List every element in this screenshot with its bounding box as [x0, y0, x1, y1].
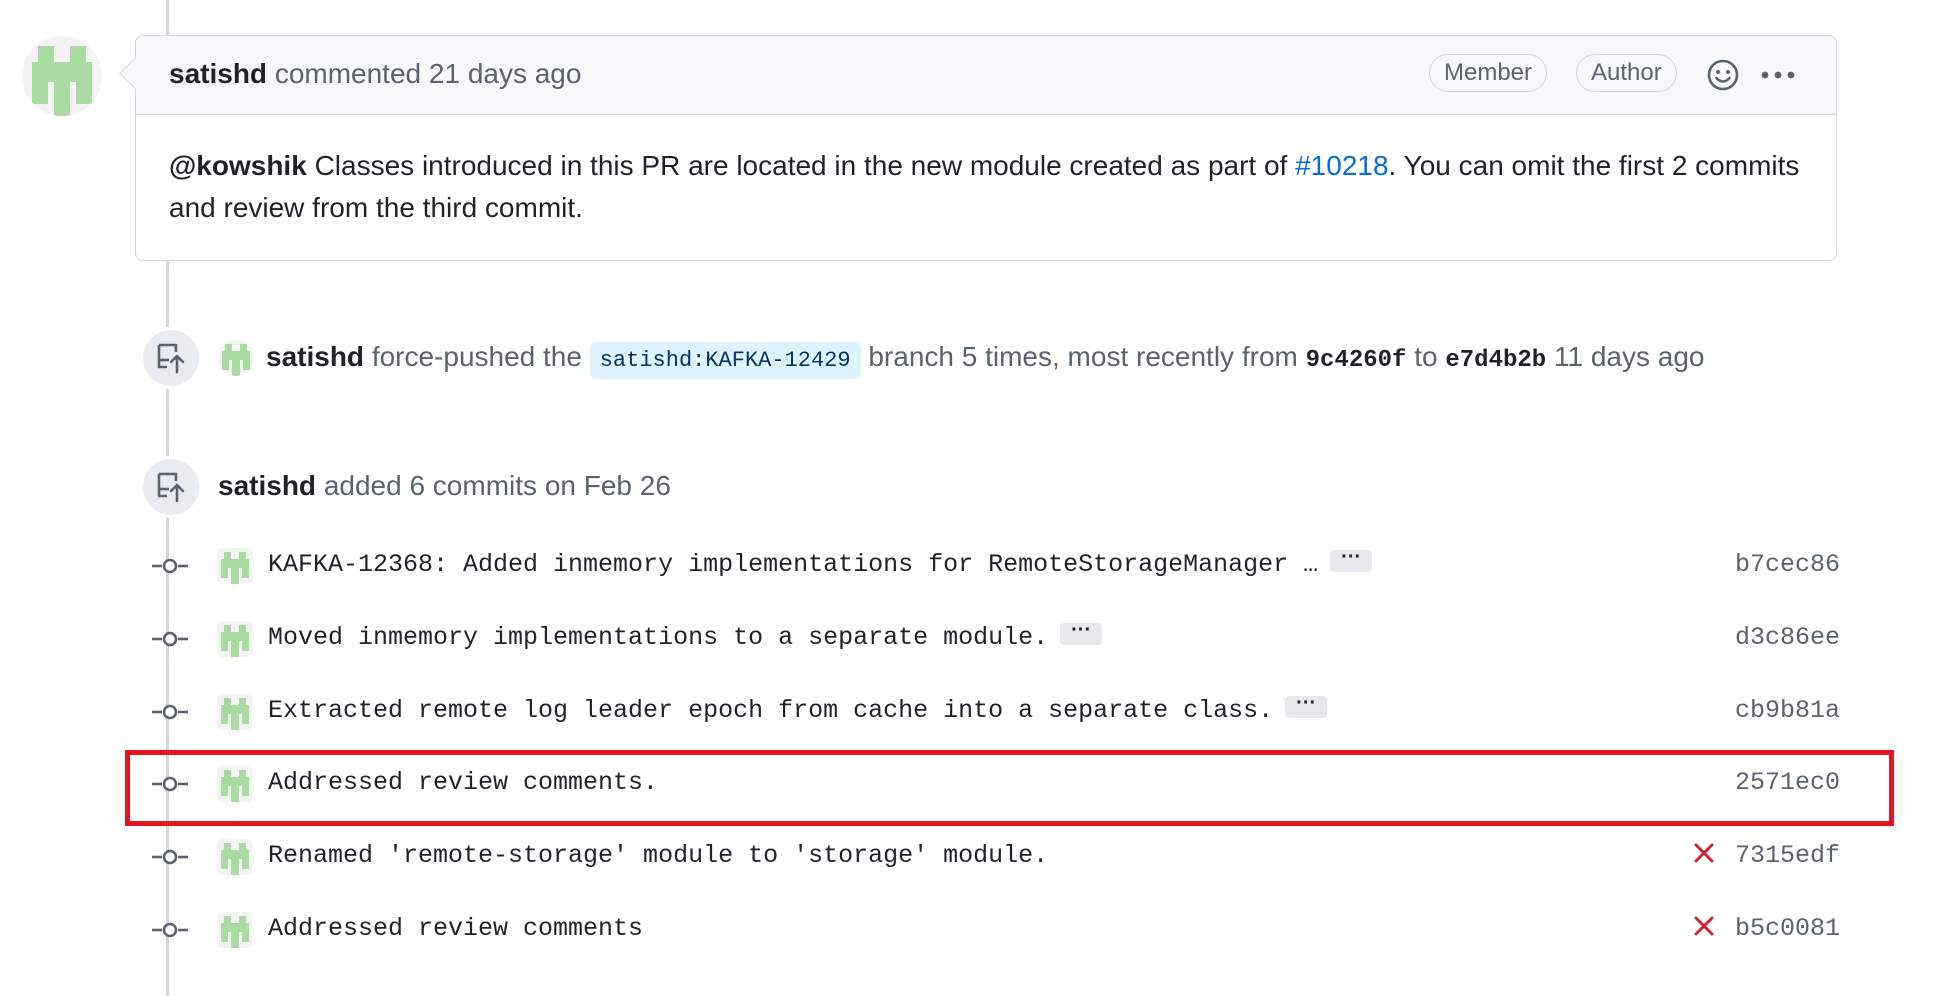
- commit-author-avatar[interactable]: [217, 766, 253, 802]
- comment-action: commented: [274, 58, 422, 89]
- commit-row[interactable]: Renamed 'remote-storage' module to 'stor…: [150, 829, 1840, 885]
- commit-row[interactable]: Addressed review comments. 2571ec0: [150, 756, 1840, 812]
- smiley-icon[interactable]: [1706, 58, 1740, 92]
- git-commit-icon: [152, 922, 188, 938]
- member-badge: Member: [1429, 54, 1548, 92]
- commit-author-avatar[interactable]: [217, 694, 253, 730]
- issue-link[interactable]: #10218: [1295, 150, 1388, 181]
- author-avatar[interactable]: [22, 36, 102, 116]
- expand-commit-button[interactable]: ···: [1060, 620, 1103, 646]
- commit-author-avatar[interactable]: [217, 839, 253, 875]
- push-author[interactable]: satishd: [266, 341, 364, 372]
- commit-message-text[interactable]: Moved inmemory implementations to a sepa…: [268, 623, 1048, 652]
- commit-message-text[interactable]: KAFKA-12368: Added inmemory implementati…: [268, 550, 1318, 579]
- commit-author-avatar[interactable]: [217, 621, 253, 657]
- x-icon[interactable]: [1690, 839, 1718, 867]
- push-detail: branch 5 times, most recently from: [868, 341, 1298, 372]
- expand-commit-button[interactable]: ···: [1285, 693, 1328, 719]
- commit-sha-link[interactable]: d3c86ee: [1735, 623, 1840, 652]
- commit-sha-link[interactable]: b7cec86: [1735, 550, 1840, 579]
- git-commit-icon: [152, 776, 188, 792]
- comment-author[interactable]: satishd: [169, 58, 267, 89]
- git-commit-icon: [152, 704, 188, 720]
- push-action: force-pushed the: [371, 341, 582, 372]
- commit-author-avatar[interactable]: [217, 912, 253, 948]
- commit-author-avatar[interactable]: [217, 548, 253, 584]
- comment-text-1: Classes introduced in this PR are locate…: [306, 150, 1296, 181]
- commit-message-text[interactable]: Extracted remote log leader epoch from c…: [268, 696, 1273, 725]
- commit-message-text[interactable]: Addressed review comments: [268, 914, 643, 943]
- commit-sha-link[interactable]: 7315edf: [1735, 841, 1840, 870]
- commit-row[interactable]: Extracted remote log leader epoch from c…: [150, 684, 1840, 740]
- git-commit-icon: [152, 558, 188, 574]
- commit-sha-link[interactable]: b5c0081: [1735, 914, 1840, 943]
- commit-row[interactable]: KAFKA-12368: Added inmemory implementati…: [150, 538, 1840, 594]
- commits-date[interactable]: on Feb 26: [545, 470, 671, 501]
- to-sha-link[interactable]: e7d4b2b: [1445, 347, 1546, 374]
- commit-message[interactable]: KAFKA-12368: Added inmemory implementati…: [268, 547, 1373, 579]
- to-word: to: [1414, 341, 1438, 372]
- comment-box: satishd commented 21 days ago Member Aut…: [135, 35, 1837, 261]
- commit-message[interactable]: Renamed 'remote-storage' module to 'stor…: [268, 841, 1048, 870]
- pusher-avatar[interactable]: [218, 340, 254, 376]
- commit-message[interactable]: Addressed review comments: [268, 914, 643, 943]
- repo-push-icon: [140, 327, 202, 389]
- kebab-horizontal-icon[interactable]: [1758, 58, 1798, 92]
- commit-message[interactable]: Moved inmemory implementations to a sepa…: [268, 620, 1103, 652]
- commit-message[interactable]: Addressed review comments.: [268, 768, 658, 797]
- commit-sha-link[interactable]: 2571ec0: [1735, 768, 1840, 797]
- commit-row[interactable]: Addressed review comments b5c0081: [150, 902, 1840, 958]
- expand-commit-button[interactable]: ···: [1330, 547, 1373, 573]
- commit-sha-link[interactable]: cb9b81a: [1735, 696, 1840, 725]
- from-sha-link[interactable]: 9c4260f: [1306, 347, 1407, 374]
- comment-body: @kowshik Classes introduced in this PR a…: [136, 115, 1836, 259]
- commit-row[interactable]: Moved inmemory implementations to a sepa…: [150, 611, 1840, 667]
- push-time[interactable]: 11 days ago: [1554, 341, 1705, 372]
- git-commit-icon: [152, 849, 188, 865]
- mention-link[interactable]: @kowshik: [169, 150, 307, 181]
- force-push-text: satishd force-pushed the satishd:KAFKA-1…: [266, 341, 1705, 379]
- repo-push-icon: [140, 456, 202, 518]
- commit-message-text[interactable]: Renamed 'remote-storage' module to 'stor…: [268, 841, 1048, 870]
- x-icon[interactable]: [1690, 912, 1718, 940]
- commits-added-text: satishd added 6 commits on Feb 26: [218, 470, 671, 502]
- author-badge: Author: [1576, 54, 1677, 92]
- comment-meta: satishd commented 21 days ago: [169, 58, 581, 90]
- commit-message[interactable]: Extracted remote log leader epoch from c…: [268, 693, 1328, 725]
- commits-author[interactable]: satishd: [218, 470, 316, 501]
- commits-action: added 6 commits: [323, 470, 538, 501]
- commit-message-text[interactable]: Addressed review comments.: [268, 768, 658, 797]
- git-commit-icon: [152, 631, 188, 647]
- comment-time[interactable]: 21 days ago: [429, 58, 582, 89]
- comment-header: satishd commented 21 days ago Member Aut…: [136, 36, 1836, 115]
- branch-label[interactable]: satishd:KAFKA-12429: [589, 342, 861, 379]
